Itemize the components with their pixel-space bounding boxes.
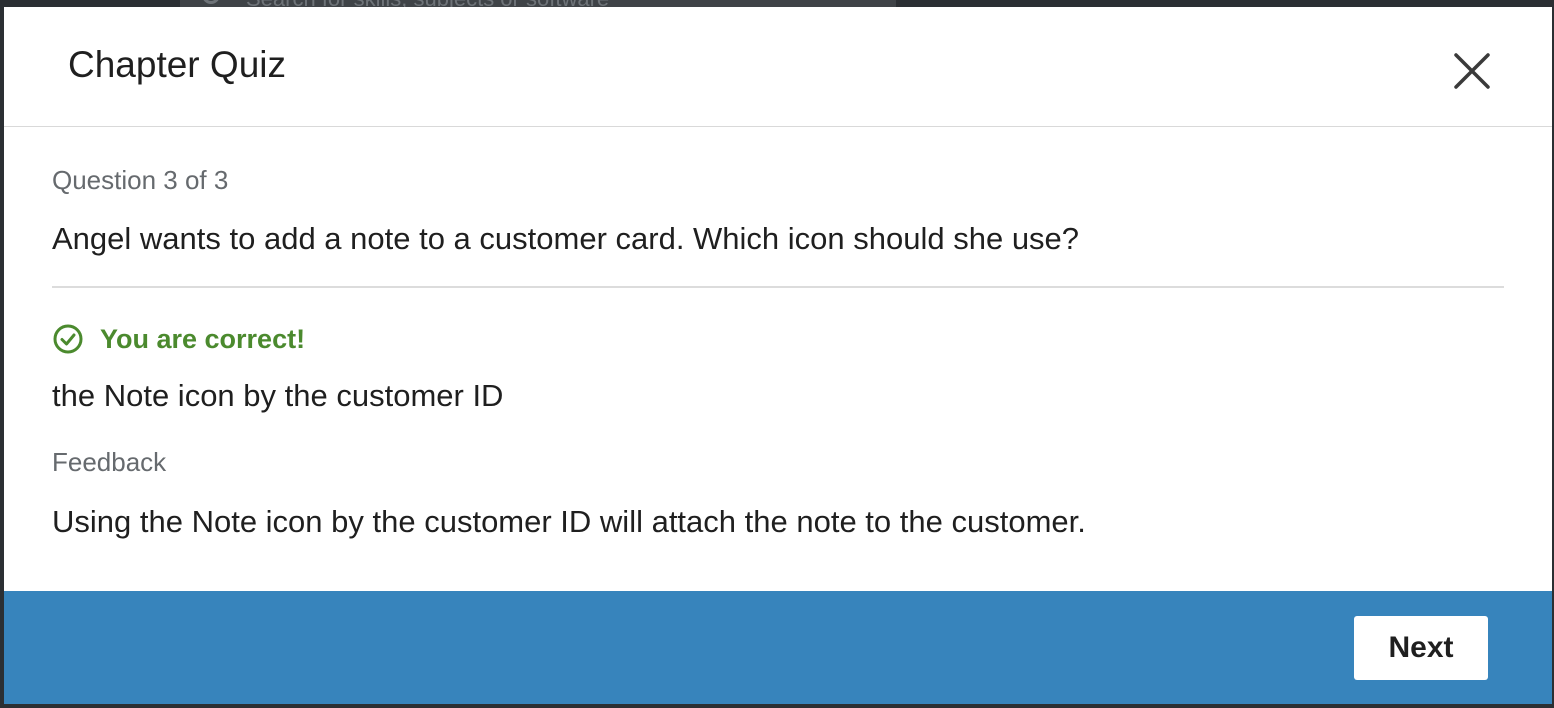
- feedback-label: Feedback: [52, 447, 167, 477]
- selected-answer: the Note icon by the customer ID: [52, 378, 504, 413]
- divider: [52, 286, 1504, 288]
- search-icon: [202, 0, 220, 4]
- question-text: Angel wants to add a note to a customer …: [52, 221, 1080, 256]
- result-text: You are correct!: [100, 323, 306, 354]
- close-icon: [1450, 49, 1494, 93]
- check-circle-icon: [52, 323, 84, 355]
- next-button[interactable]: Next: [1354, 616, 1488, 680]
- modal-header: Chapter Quiz: [4, 7, 1552, 127]
- feedback-text: Using the Note icon by the customer ID w…: [52, 504, 1086, 539]
- chapter-quiz-modal: Chapter Quiz Question 3 of 3 Angel wants…: [4, 7, 1552, 704]
- modal-title: Chapter Quiz: [68, 44, 286, 85]
- question-count: Question 3 of 3: [52, 165, 229, 195]
- modal-footer: Next: [4, 591, 1552, 704]
- modal-body: Question 3 of 3 Angel wants to add a not…: [4, 127, 1552, 591]
- close-button[interactable]: [1450, 49, 1494, 93]
- result-status: You are correct!: [52, 319, 305, 359]
